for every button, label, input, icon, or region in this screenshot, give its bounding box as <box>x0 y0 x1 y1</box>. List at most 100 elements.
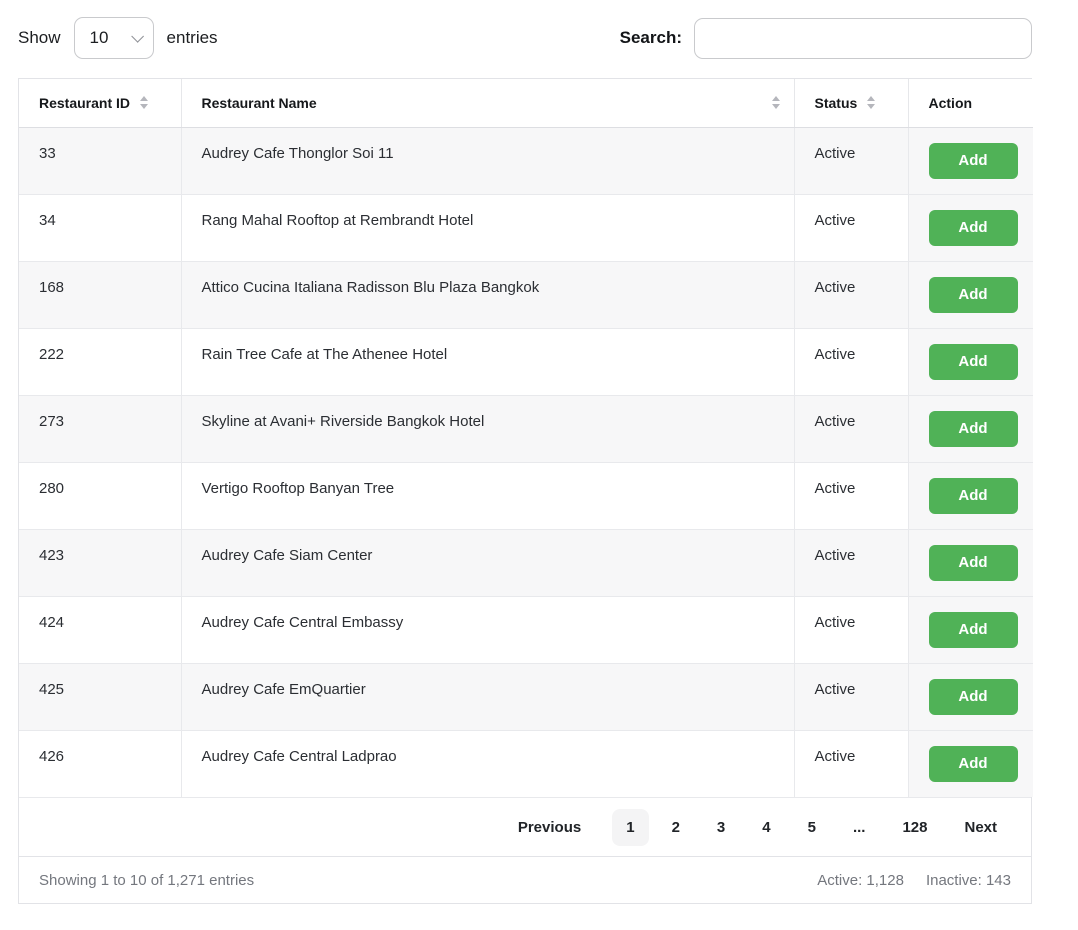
add-button[interactable]: Add <box>929 545 1018 581</box>
cell-status: Active <box>794 261 908 328</box>
cell-restaurant-id: 222 <box>19 328 181 395</box>
cell-action: Add <box>908 730 1033 797</box>
cell-restaurant-id: 280 <box>19 462 181 529</box>
add-button[interactable]: Add <box>929 210 1018 246</box>
column-header-action: Action <box>908 79 1033 127</box>
cell-restaurant-name: Rain Tree Cafe at The Athenee Hotel <box>181 328 794 395</box>
show-label: Show <box>18 28 61 48</box>
table-header-row: Restaurant ID Restaurant Name Status <box>19 79 1033 127</box>
cell-restaurant-name: Audrey Cafe Central Ladprao <box>181 730 794 797</box>
page-length-control: Show 10 entries <box>18 17 218 59</box>
pagination-pages: 12345...128 <box>612 809 941 846</box>
cell-action: Add <box>908 395 1033 462</box>
sort-icon <box>140 96 148 109</box>
page-size-value: 10 <box>90 28 109 48</box>
search-input[interactable] <box>694 18 1032 59</box>
cell-restaurant-id: 426 <box>19 730 181 797</box>
page-size-select[interactable]: 10 <box>74 17 154 59</box>
cell-restaurant-name: Audrey Cafe Central Embassy <box>181 596 794 663</box>
cell-status: Active <box>794 395 908 462</box>
chevron-down-icon <box>131 30 144 43</box>
table-row: 425 Audrey Cafe EmQuartier Active Add <box>19 663 1033 730</box>
cell-restaurant-id: 33 <box>19 127 181 194</box>
column-header-restaurant-id[interactable]: Restaurant ID <box>19 79 181 127</box>
cell-restaurant-id: 34 <box>19 194 181 261</box>
cell-action: Add <box>908 194 1033 261</box>
table-row: 273 Skyline at Avani+ Riverside Bangkok … <box>19 395 1033 462</box>
table-row: 423 Audrey Cafe Siam Center Active Add <box>19 529 1033 596</box>
page-button-1[interactable]: 1 <box>612 809 648 846</box>
inactive-count: Inactive: 143 <box>926 872 1011 889</box>
cell-restaurant-name: Attico Cucina Italiana Radisson Blu Plaz… <box>181 261 794 328</box>
column-header-status[interactable]: Status <box>794 79 908 127</box>
cell-restaurant-id: 168 <box>19 261 181 328</box>
page-button-5[interactable]: 5 <box>794 809 830 846</box>
page-button-4[interactable]: 4 <box>748 809 784 846</box>
cell-status: Active <box>794 127 908 194</box>
table-row: 426 Audrey Cafe Central Ladprao Active A… <box>19 730 1033 797</box>
cell-status: Active <box>794 663 908 730</box>
active-count: Active: 1,128 <box>817 872 904 889</box>
cell-restaurant-name: Skyline at Avani+ Riverside Bangkok Hote… <box>181 395 794 462</box>
cell-restaurant-name: Audrey Cafe Siam Center <box>181 529 794 596</box>
pagination: Previous 12345...128 Next <box>19 797 1031 856</box>
sort-icon <box>867 96 875 109</box>
cell-action: Add <box>908 663 1033 730</box>
add-button[interactable]: Add <box>929 344 1018 380</box>
cell-action: Add <box>908 462 1033 529</box>
cell-restaurant-name: Audrey Cafe EmQuartier <box>181 663 794 730</box>
column-header-restaurant-name[interactable]: Restaurant Name <box>181 79 794 127</box>
column-label: Restaurant Name <box>202 95 317 111</box>
table-row: 168 Attico Cucina Italiana Radisson Blu … <box>19 261 1033 328</box>
page-button-2[interactable]: 2 <box>658 809 694 846</box>
cell-action: Add <box>908 127 1033 194</box>
cell-restaurant-name: Audrey Cafe Thonglor Soi 11 <box>181 127 794 194</box>
table-body: 33 Audrey Cafe Thonglor Soi 11 Active Ad… <box>19 127 1033 797</box>
table-row: 33 Audrey Cafe Thonglor Soi 11 Active Ad… <box>19 127 1033 194</box>
cell-restaurant-id: 425 <box>19 663 181 730</box>
showing-entries-text: Showing 1 to 10 of 1,271 entries <box>39 872 254 889</box>
cell-status: Active <box>794 596 908 663</box>
cell-status: Active <box>794 462 908 529</box>
cell-status: Active <box>794 529 908 596</box>
add-button[interactable]: Add <box>929 411 1018 447</box>
add-button[interactable]: Add <box>929 679 1018 715</box>
add-button[interactable]: Add <box>929 478 1018 514</box>
page-button-3[interactable]: 3 <box>703 809 739 846</box>
previous-button[interactable]: Previous <box>504 809 595 846</box>
cell-action: Add <box>908 261 1033 328</box>
search-label: Search: <box>620 28 682 48</box>
add-button[interactable]: Add <box>929 612 1018 648</box>
status-counts: Active: 1,128 Inactive: 143 <box>817 872 1011 889</box>
page-ellipsis[interactable]: ... <box>839 809 880 846</box>
column-label: Restaurant ID <box>39 95 130 111</box>
add-button[interactable]: Add <box>929 277 1018 313</box>
add-button[interactable]: Add <box>929 143 1018 179</box>
cell-action: Add <box>908 596 1033 663</box>
column-label: Status <box>815 95 858 111</box>
table-row: 222 Rain Tree Cafe at The Athenee Hotel … <box>19 328 1033 395</box>
restaurant-table-page: Show 10 entries Search: Restaurant ID <box>0 0 1032 904</box>
cell-restaurant-id: 423 <box>19 529 181 596</box>
cell-restaurant-name: Vertigo Rooftop Banyan Tree <box>181 462 794 529</box>
cell-restaurant-id: 424 <box>19 596 181 663</box>
cell-action: Add <box>908 328 1033 395</box>
cell-status: Active <box>794 328 908 395</box>
cell-restaurant-name: Rang Mahal Rooftop at Rembrandt Hotel <box>181 194 794 261</box>
cell-restaurant-id: 273 <box>19 395 181 462</box>
cell-status: Active <box>794 194 908 261</box>
cell-status: Active <box>794 730 908 797</box>
table-footer: Showing 1 to 10 of 1,271 entries Active:… <box>19 856 1031 903</box>
column-label: Action <box>929 95 973 111</box>
page-button-128[interactable]: 128 <box>888 809 941 846</box>
next-button[interactable]: Next <box>950 809 1011 846</box>
entries-label: entries <box>167 28 218 48</box>
search-control: Search: <box>620 18 1032 59</box>
add-button[interactable]: Add <box>929 746 1018 782</box>
sort-icon <box>772 96 780 109</box>
cell-action: Add <box>908 529 1033 596</box>
table-row: 34 Rang Mahal Rooftop at Rembrandt Hotel… <box>19 194 1033 261</box>
table-row: 424 Audrey Cafe Central Embassy Active A… <box>19 596 1033 663</box>
table-row: 280 Vertigo Rooftop Banyan Tree Active A… <box>19 462 1033 529</box>
restaurant-table: Restaurant ID Restaurant Name Status <box>18 78 1032 904</box>
